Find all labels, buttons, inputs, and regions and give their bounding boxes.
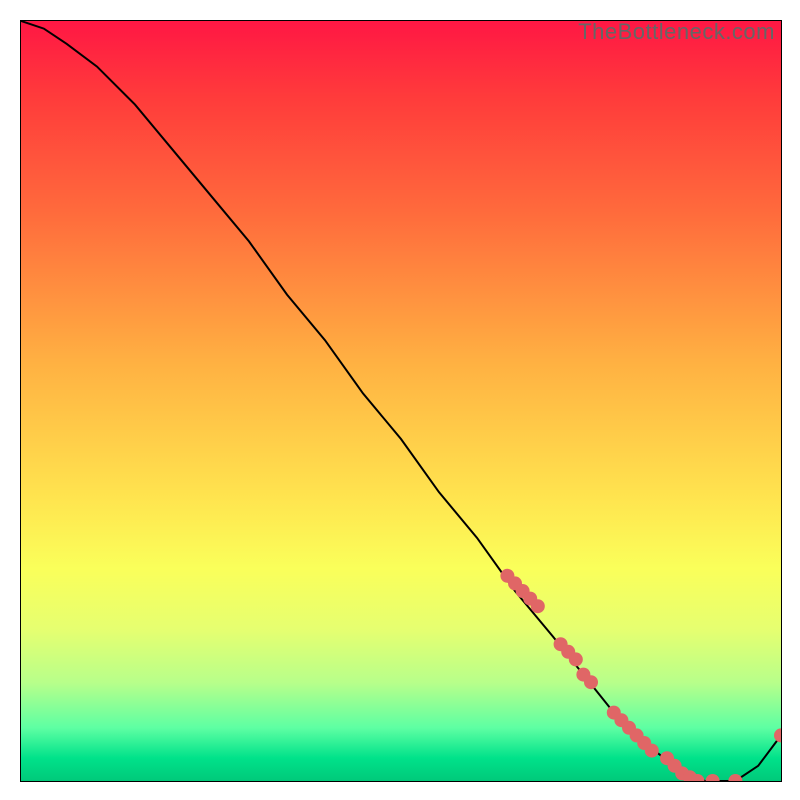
chart-stage: TheBottleneck.com xyxy=(0,0,800,800)
sample-points-group xyxy=(500,569,781,781)
sample-point xyxy=(569,652,583,666)
curve-svg xyxy=(21,21,781,781)
sample-point xyxy=(774,728,781,742)
sample-point xyxy=(706,774,720,781)
sample-point xyxy=(531,599,545,613)
sample-point xyxy=(645,744,659,758)
plot-area: TheBottleneck.com xyxy=(20,20,782,782)
sample-point xyxy=(728,774,742,781)
bottleneck-curve xyxy=(21,21,781,781)
sample-point xyxy=(584,675,598,689)
